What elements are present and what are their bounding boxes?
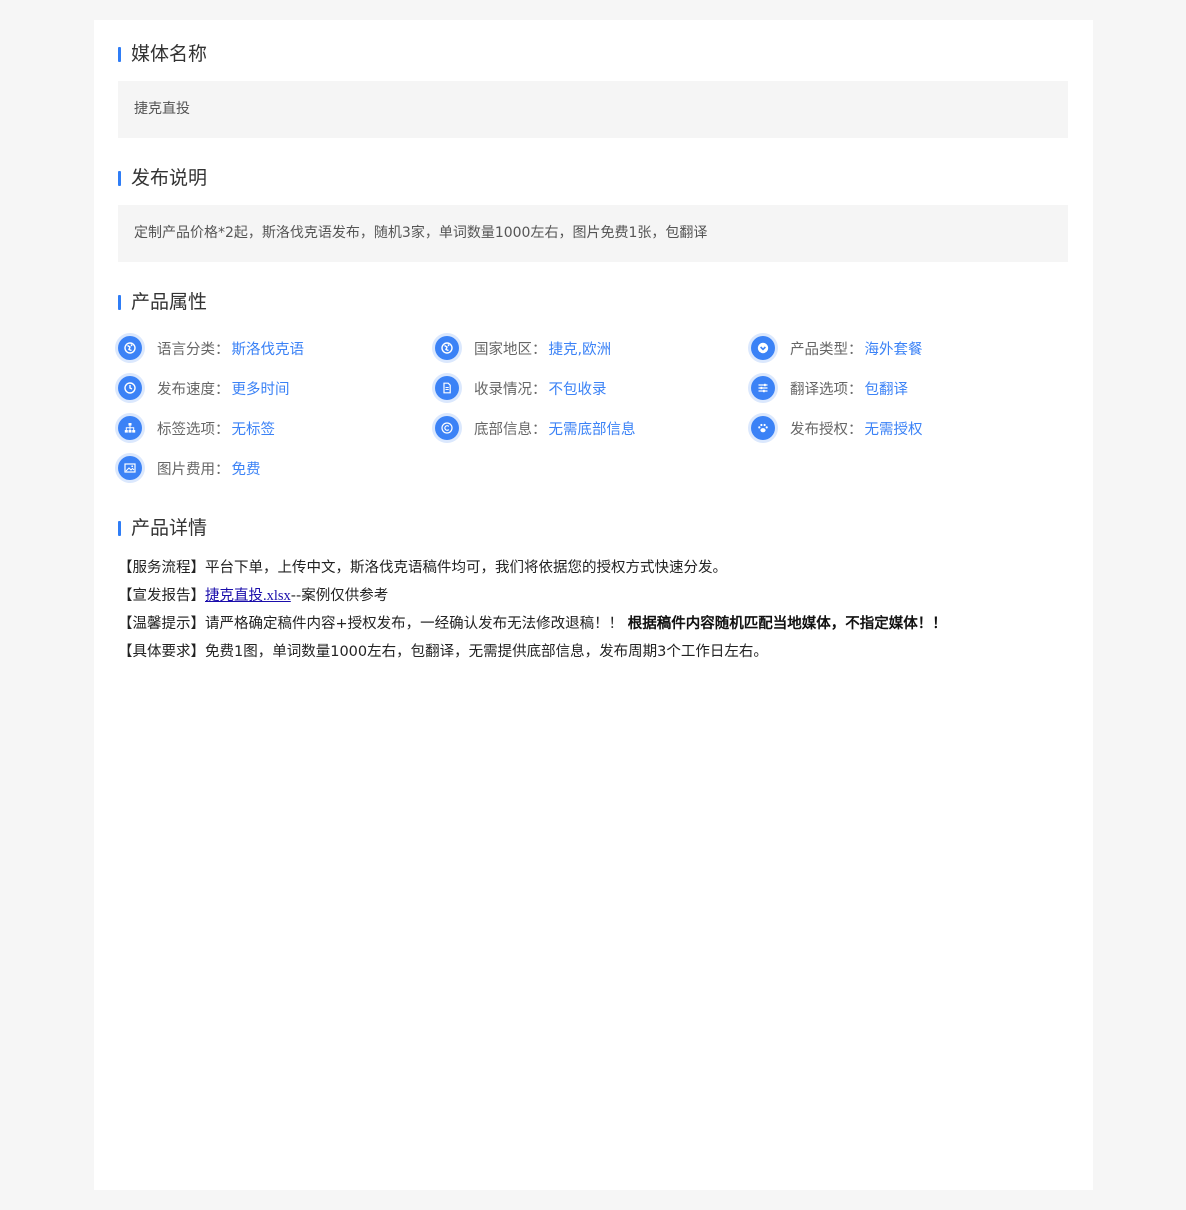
paw-icon: [751, 416, 775, 440]
detail-service-flow: 【服务流程】平台下单，上传中文，斯洛伐克语稿件均可，我们将依据您的授权方式快速分…: [118, 560, 727, 576]
sitemap-icon: [118, 416, 142, 440]
report-file-link[interactable]: 捷克直投.xlsx: [205, 588, 291, 604]
attr-language: 语言分类： 斯洛伐克语: [118, 335, 304, 361]
clock-icon: [118, 376, 142, 400]
detail-requirements: 【具体要求】免费1图，单词数量1000左右，包翻译，无需提供底部信息，发布周期3…: [118, 644, 768, 660]
attr-country: 国家地区： 捷克,欧洲: [435, 335, 611, 361]
globe-icon: [435, 336, 459, 360]
attr-image-fee: 图片费用： 免费: [118, 455, 261, 481]
attributes-title: 产品属性: [118, 289, 207, 315]
media-name-title: 媒体名称: [118, 41, 207, 67]
attr-product-type: 产品类型： 海外套餐: [751, 335, 923, 361]
detail-report: 【宣发报告】捷克直投.xlsx--案例仅供参考: [118, 588, 389, 604]
media-name-value: 捷克直投: [118, 81, 1068, 138]
chevron-down-icon: [751, 336, 775, 360]
details-title: 产品详情: [118, 515, 207, 541]
attr-indexing: 收录情况： 不包收录: [435, 375, 607, 401]
publish-note-title: 发布说明: [118, 165, 207, 191]
globe-icon: [118, 336, 142, 360]
detail-tip-bold: 根据稿件内容随机匹配当地媒体，不指定媒体！！: [627, 616, 947, 632]
sliders-icon: [751, 376, 775, 400]
product-card: 媒体名称 捷克直投 发布说明 定制产品价格*2起，斯洛伐克语发布，随机3家，单词…: [94, 20, 1093, 1190]
attr-authorization: 发布授权： 无需授权: [751, 415, 923, 441]
image-icon: [118, 456, 142, 480]
publish-note-value: 定制产品价格*2起，斯洛伐克语发布，随机3家，单词数量1000左右，图片免费1张…: [118, 205, 1068, 262]
attr-publish-speed: 发布速度： 更多时间: [118, 375, 290, 401]
detail-tip: 【温馨提示】请严格确定稿件内容+授权发布，一经确认发布无法修改退稿！！ 根据稿件…: [118, 616, 947, 632]
attr-tags: 标签选项： 无标签: [118, 415, 275, 441]
document-icon: [435, 376, 459, 400]
attr-translation: 翻译选项： 包翻译: [751, 375, 908, 401]
copyright-icon: [435, 416, 459, 440]
attr-footer-info: 底部信息： 无需底部信息: [435, 415, 636, 441]
